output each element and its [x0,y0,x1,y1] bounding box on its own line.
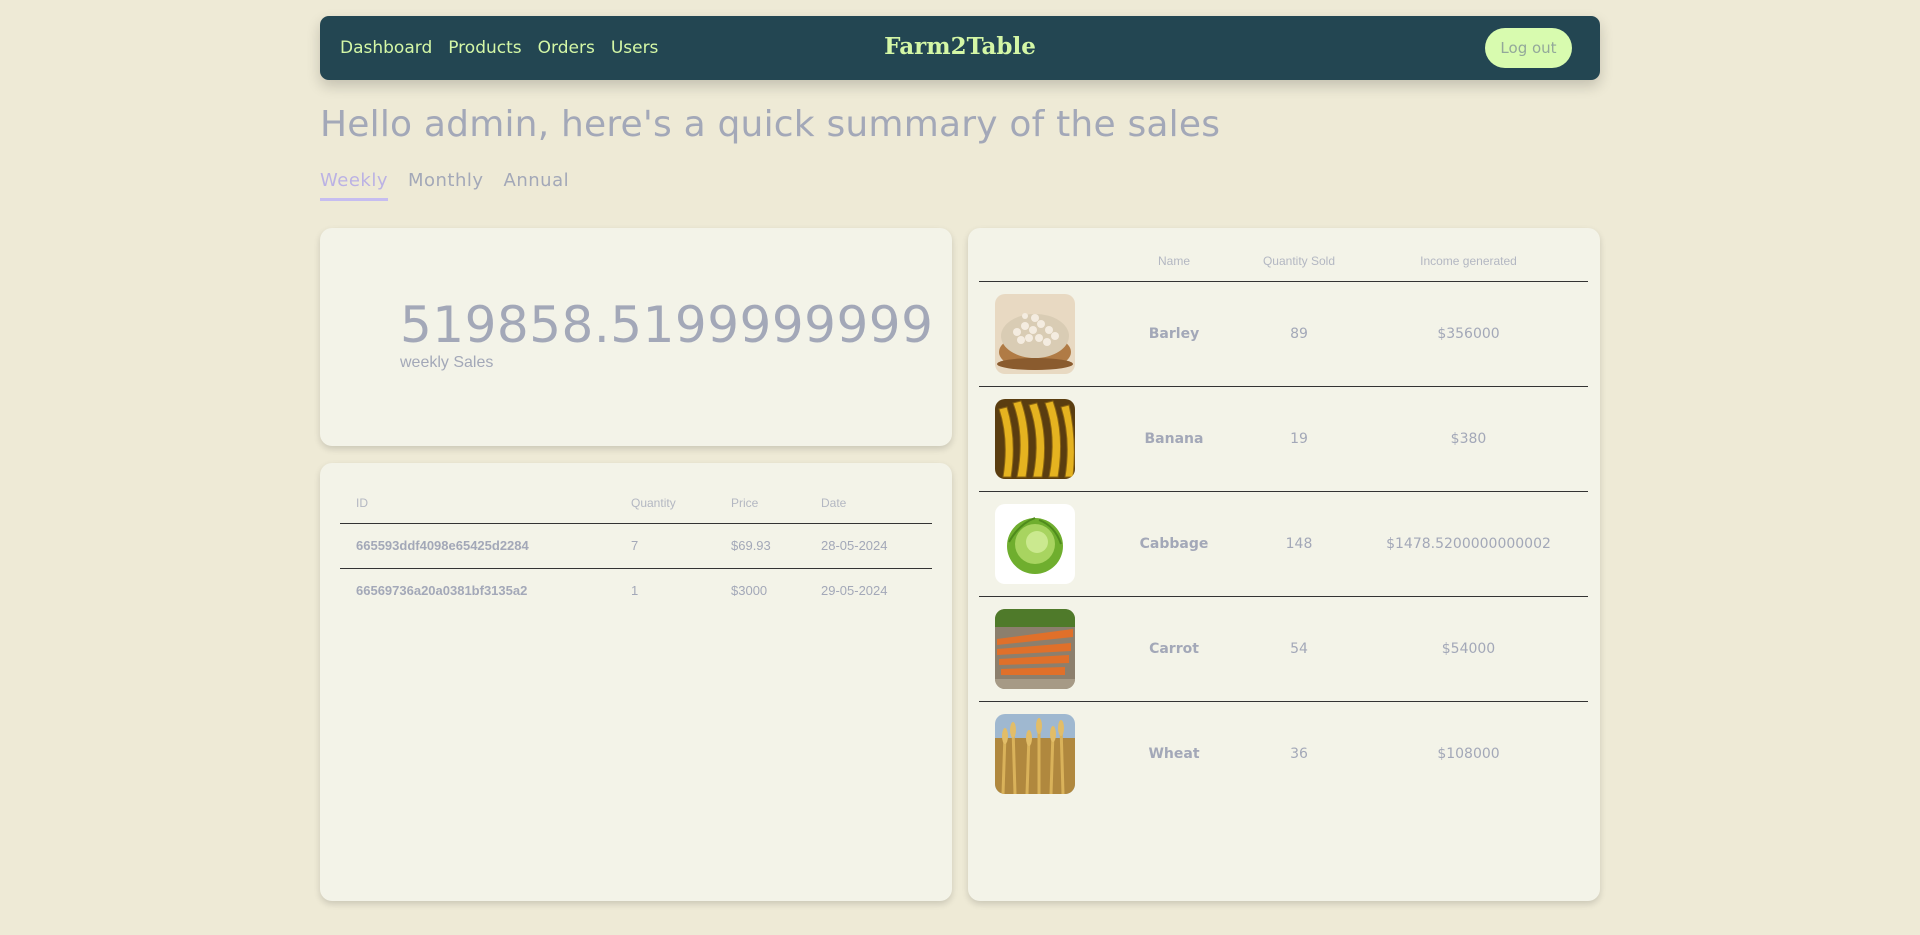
products-header-quantity: Quantity Sold [1249,242,1349,282]
orders-header-id: ID [340,483,615,524]
nav-users-link[interactable]: Users [611,38,659,58]
carrot-image [995,608,1075,689]
products-table: Name Quantity Sold Income generated Barl… [979,242,1588,806]
orders-table: ID Quantity Price Date 665593ddf4098e654… [340,483,932,613]
banana-image [995,398,1075,479]
product-name: Cabbage [1099,491,1249,597]
product-name: Banana [1099,386,1249,492]
table-row[interactable]: Wheat 36 $108000 [979,701,1588,806]
sales-total-value: 519858.5199999999 [400,296,934,354]
nav-orders-link[interactable]: Orders [538,38,595,58]
product-name: Barley [1099,281,1249,387]
sales-total-label: weekly Sales [400,354,494,371]
products-header-name: Name [1099,242,1249,282]
product-name: Wheat [1148,745,1200,762]
products-header-row: Name Quantity Sold Income generated [979,242,1588,282]
products-header-image [979,242,1099,282]
product-income: $1478.5200000000002 [1349,491,1588,597]
table-row[interactable]: 665593ddf4098e65425d2284 7 $69.93 28-05-… [340,523,932,569]
product-income: $108000 [1437,745,1500,762]
order-date: 29-05-2024 [821,583,888,599]
tab-monthly[interactable]: Monthly [408,170,484,201]
nav-dashboard-link[interactable]: Dashboard [340,38,432,58]
page: Dashboard Products Orders Users Farm2Tab… [0,0,1920,935]
navbar: Dashboard Products Orders Users Farm2Tab… [320,16,1600,80]
orders-header-quantity: Quantity [615,483,715,524]
order-date: 28-05-2024 [805,523,932,569]
order-price: $69.93 [715,523,805,569]
table-row[interactable]: Banana 19 $380 [979,386,1588,492]
product-name: Carrot [1099,596,1249,702]
products-header-income: Income generated [1349,242,1588,282]
order-quantity: 7 [615,523,715,569]
cabbage-image [995,503,1075,584]
product-income: $54000 [1349,596,1588,702]
page-title: Hello admin, here's a quick summary of t… [320,104,1221,145]
table-row[interactable]: Cabbage 148 $1478.5200000000002 [979,491,1588,597]
nav-links: Dashboard Products Orders Users [340,16,658,80]
top-products-card: Name Quantity Sold Income generated Barl… [968,228,1600,901]
nav-products-link[interactable]: Products [448,38,521,58]
tab-weekly[interactable]: Weekly [320,170,388,201]
table-row[interactable]: Carrot 54 $54000 [979,596,1588,702]
table-row[interactable]: Barley 89 $356000 [979,281,1588,387]
tab-annual[interactable]: Annual [504,170,570,201]
orders-header-row: ID Quantity Price Date [340,483,932,524]
product-income: $380 [1349,386,1588,492]
table-row[interactable]: 66569736a20a0381bf3135a2 1 $3000 29-05-2… [340,568,932,613]
product-income: $356000 [1349,281,1588,387]
product-quantity: 148 [1249,491,1349,597]
order-quantity: 1 [631,583,639,599]
period-tabs: Weekly Monthly Annual [320,170,569,201]
product-quantity: 36 [1290,745,1308,762]
order-id: 665593ddf4098e65425d2284 [340,523,615,569]
orders-header-date: Date [805,483,932,524]
orders-card: ID Quantity Price Date 665593ddf4098e654… [320,463,952,901]
order-id: 66569736a20a0381bf3135a2 [356,583,528,599]
logout-button[interactable]: Log out [1485,28,1572,68]
orders-header-price: Price [715,483,805,524]
product-quantity: 19 [1249,386,1349,492]
order-price: $3000 [731,583,768,599]
product-quantity: 89 [1249,281,1349,387]
barley-image [995,293,1075,374]
product-quantity: 54 [1249,596,1349,702]
wheat-image [995,713,1075,794]
sales-summary-card: 519858.5199999999 weekly Sales [320,228,952,446]
